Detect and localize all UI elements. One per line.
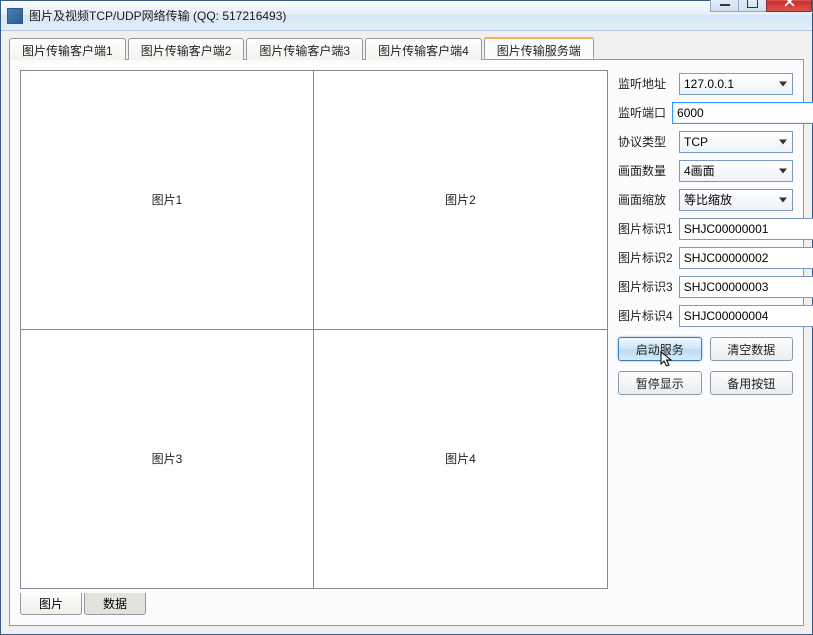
input-img-id-3[interactable]	[679, 276, 813, 298]
tab-client-4[interactable]: 图片传输客户端4	[365, 38, 482, 60]
label-listen-port: 监听端口	[618, 104, 666, 121]
maximize-button[interactable]	[738, 0, 767, 12]
row-img-id-3: 图片标识3	[618, 275, 793, 298]
row-listen-addr: 监听地址 127.0.0.1	[618, 72, 793, 95]
spare-button[interactable]: 备用按钮	[710, 371, 794, 395]
label-img-id-1: 图片标识1	[618, 220, 673, 237]
combo-scale-mode[interactable]: 等比缩放	[679, 189, 793, 211]
label-listen-addr: 监听地址	[618, 75, 673, 92]
bottom-tabs: 图片 数据	[20, 593, 608, 615]
input-img-id-1[interactable]	[679, 218, 813, 240]
close-button[interactable]	[766, 0, 812, 12]
preview-cell-1: 图片1	[21, 71, 314, 330]
input-img-id-2[interactable]	[679, 247, 813, 269]
label-img-id-3: 图片标识3	[618, 278, 673, 295]
preview-cell-4: 图片4	[314, 330, 607, 589]
tab-server[interactable]: 图片传输服务端	[484, 37, 594, 59]
client-area: 图片传输客户端1 图片传输客户端2 图片传输客户端3 图片传输客户端4 图片传输…	[1, 31, 812, 634]
pause-display-button[interactable]: 暂停显示	[618, 371, 702, 395]
window-controls	[711, 0, 812, 12]
tab-client-3[interactable]: 图片传输客户端3	[246, 38, 363, 60]
preview-cell-3: 图片3	[21, 330, 314, 589]
top-tabs: 图片传输客户端1 图片传输客户端2 图片传输客户端3 图片传输客户端4 图片传输…	[9, 37, 804, 59]
combo-grid-count[interactable]: 4画面	[679, 160, 793, 182]
clear-data-button[interactable]: 清空数据	[710, 337, 794, 361]
combo-protocol[interactable]: TCP	[679, 131, 793, 153]
app-icon	[7, 8, 23, 24]
row-scale-mode: 画面缩放 等比缩放	[618, 188, 793, 211]
label-protocol: 协议类型	[618, 133, 673, 150]
row-img-id-1: 图片标识1	[618, 217, 793, 240]
label-img-id-4: 图片标识4	[618, 307, 673, 324]
row-listen-port: 监听端口	[618, 101, 793, 124]
row-grid-count: 画面数量 4画面	[618, 159, 793, 182]
start-service-button[interactable]: 启动服务	[618, 337, 702, 361]
titlebar[interactable]: 图片及视频TCP/UDP网络传输 (QQ: 517216493)	[1, 1, 812, 31]
tab-client-2[interactable]: 图片传输客户端2	[128, 38, 245, 60]
button-row-2: 暂停显示 备用按钮	[618, 371, 793, 395]
preview-cell-2: 图片2	[314, 71, 607, 330]
button-row-1: 启动服务 清空数据	[618, 337, 793, 361]
tab-client-1[interactable]: 图片传输客户端1	[9, 38, 126, 60]
combo-listen-addr[interactable]: 127.0.0.1	[679, 73, 793, 95]
left-column: 图片1 图片2 图片3 图片4 图片 数据	[20, 70, 608, 615]
input-listen-port[interactable]	[672, 102, 813, 124]
bottom-tab-image[interactable]: 图片	[20, 593, 82, 615]
window-title: 图片及视频TCP/UDP网络传输 (QQ: 517216493)	[29, 7, 711, 24]
app-window: 图片及视频TCP/UDP网络传输 (QQ: 517216493) 图片传输客户端…	[0, 0, 813, 635]
settings-panel: 监听地址 127.0.0.1 监听端口 协议类型 TCP 画面数量 4画面 画面…	[618, 70, 793, 615]
row-protocol: 协议类型 TCP	[618, 130, 793, 153]
row-img-id-2: 图片标识2	[618, 246, 793, 269]
bottom-tab-data[interactable]: 数据	[84, 593, 146, 615]
label-scale-mode: 画面缩放	[618, 191, 673, 208]
preview-grid: 图片1 图片2 图片3 图片4	[20, 70, 608, 589]
label-grid-count: 画面数量	[618, 162, 673, 179]
row-img-id-4: 图片标识4	[618, 304, 793, 327]
input-img-id-4[interactable]	[679, 305, 813, 327]
minimize-button[interactable]	[710, 0, 739, 12]
label-img-id-2: 图片标识2	[618, 249, 673, 266]
tab-page-server: 图片1 图片2 图片3 图片4 图片 数据 监听地址 127.0.0.1 监听端…	[9, 59, 804, 626]
